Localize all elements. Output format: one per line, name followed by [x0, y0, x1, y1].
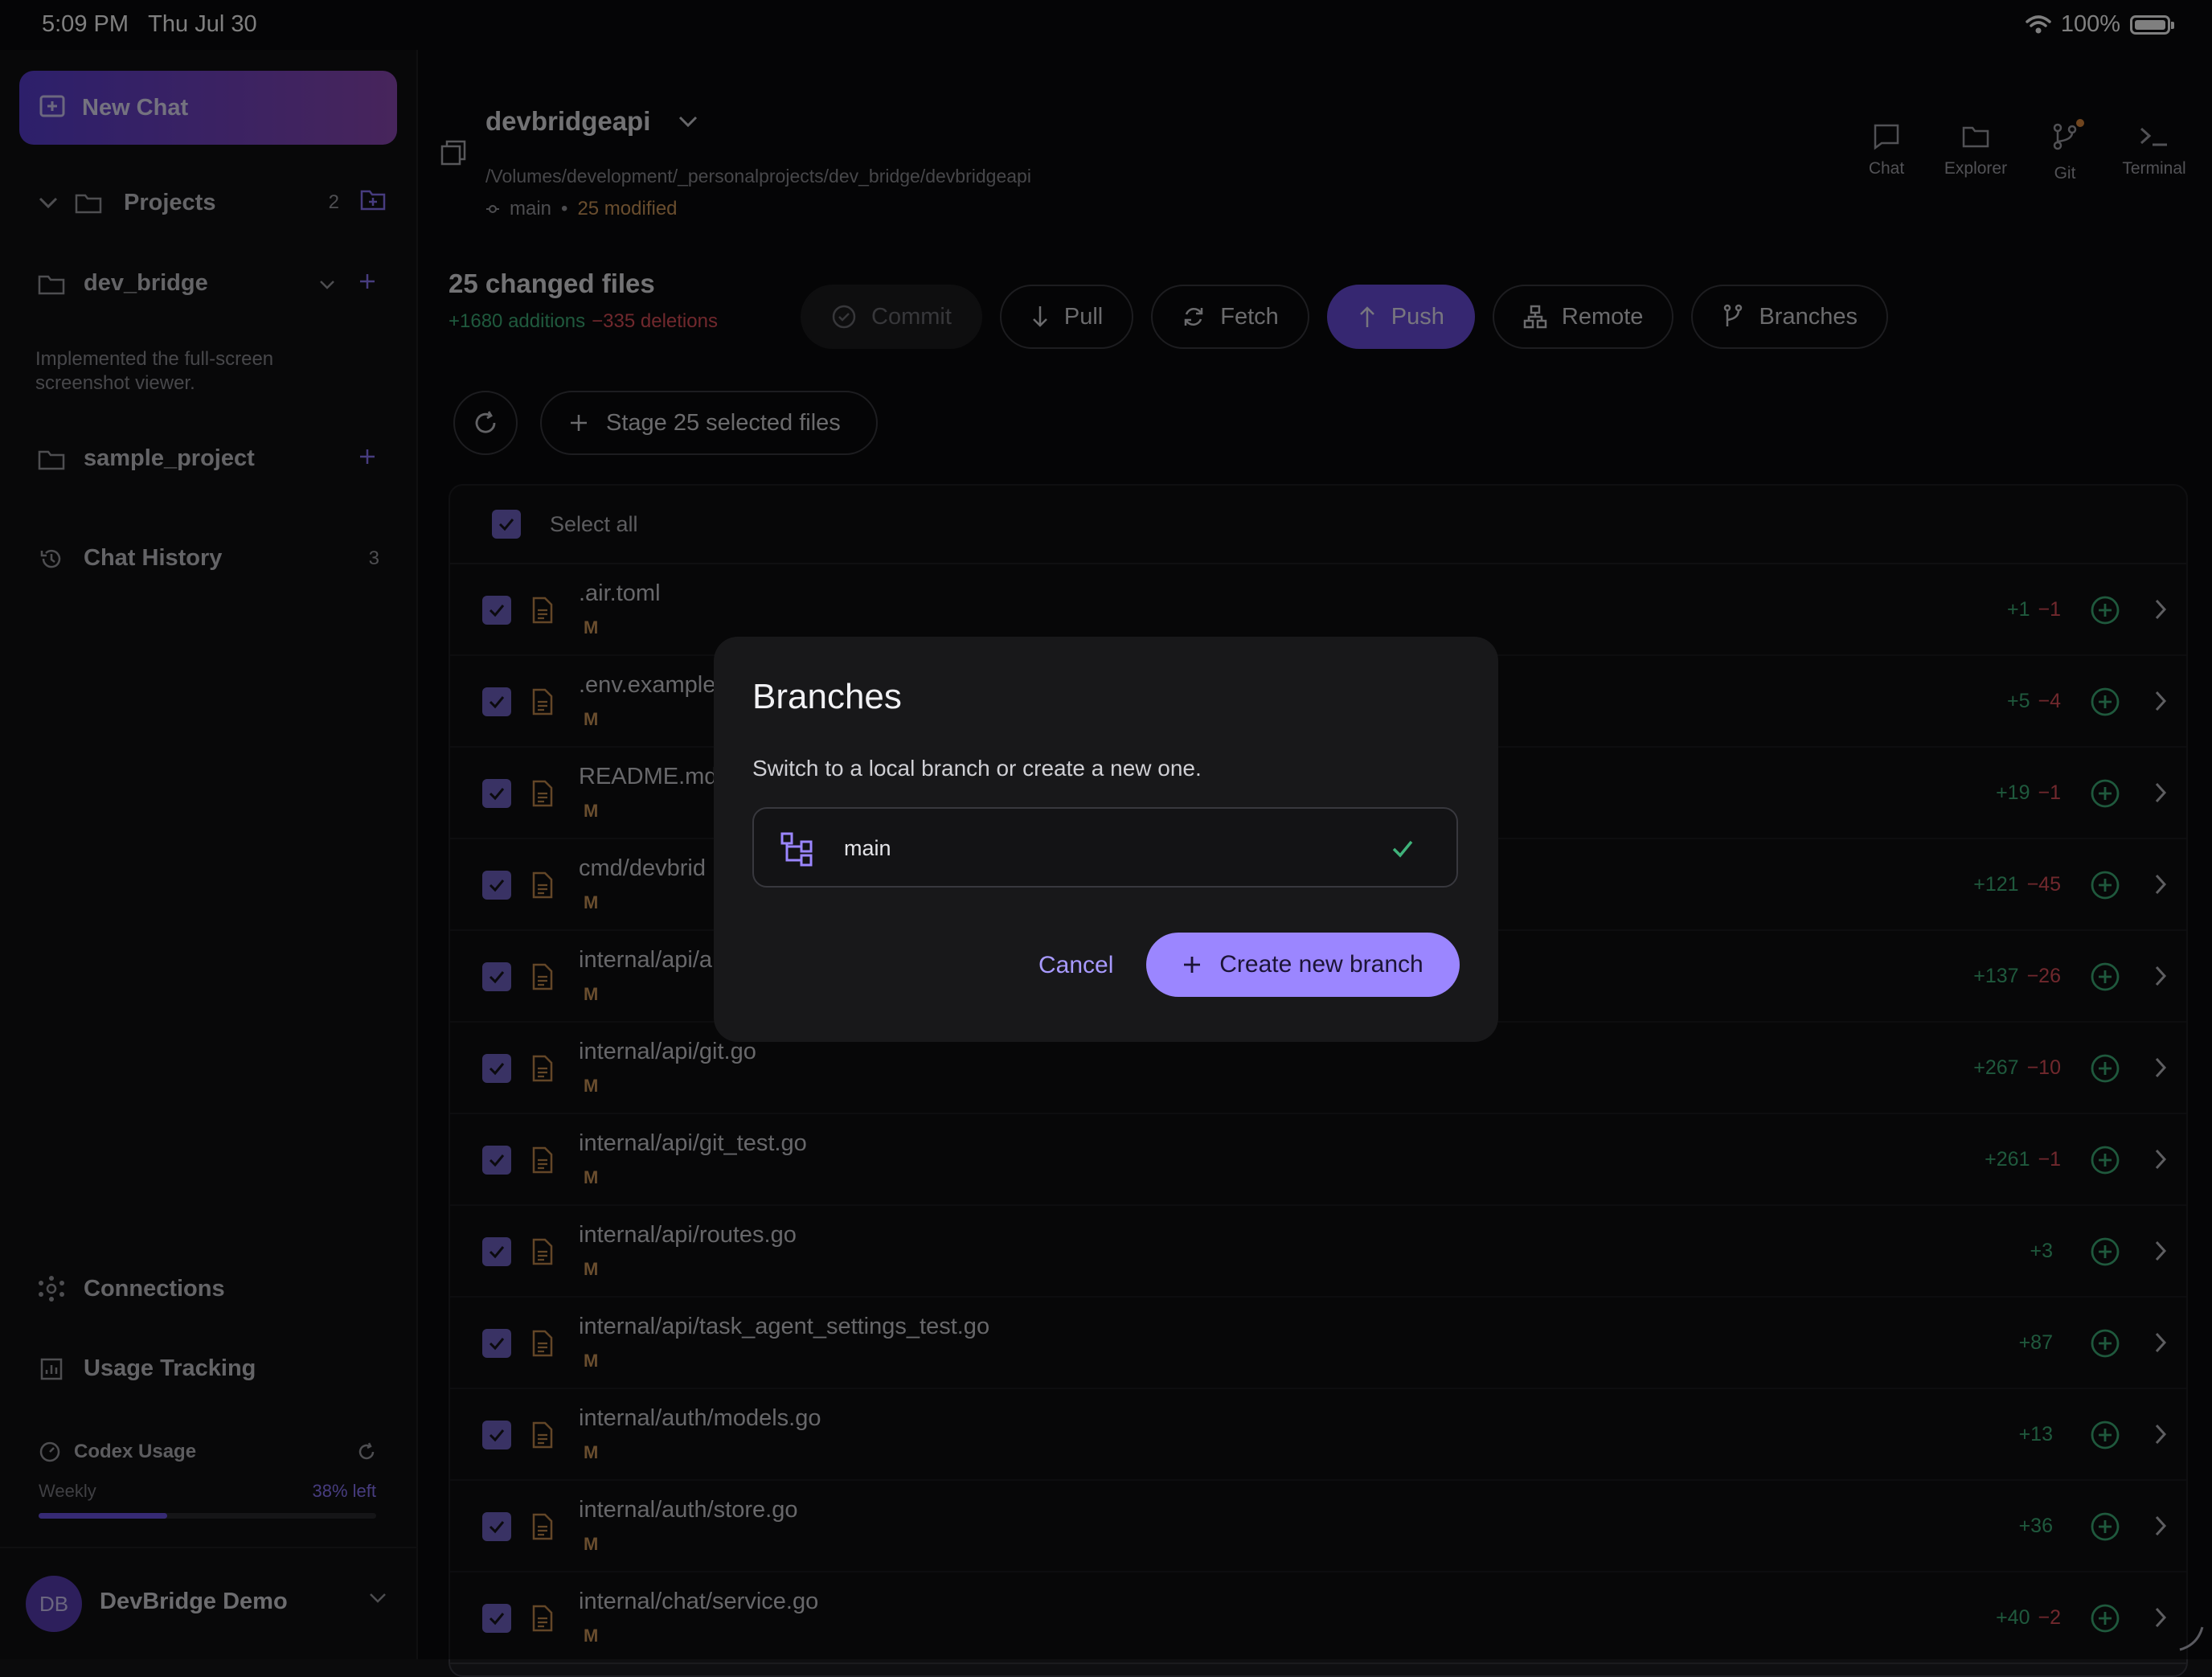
dialog-title: Branches	[752, 677, 902, 716]
branch-option-label: main	[844, 836, 891, 860]
check-icon	[1392, 840, 1413, 858]
branches-dialog: Branches Switch to a local branch or cre…	[714, 637, 1498, 1042]
dialog-subtitle: Switch to a local branch or create a new…	[752, 756, 1202, 781]
plus-icon	[1184, 957, 1201, 973]
resize-handle-icon[interactable]	[2173, 1621, 2206, 1653]
branch-tree-icon	[780, 832, 813, 867]
cancel-button[interactable]: Cancel	[1038, 952, 1113, 979]
branch-option-main[interactable]: main	[752, 807, 1458, 888]
create-branch-label: Create new branch	[1219, 951, 1423, 978]
create-branch-button[interactable]: Create new branch	[1146, 933, 1460, 997]
